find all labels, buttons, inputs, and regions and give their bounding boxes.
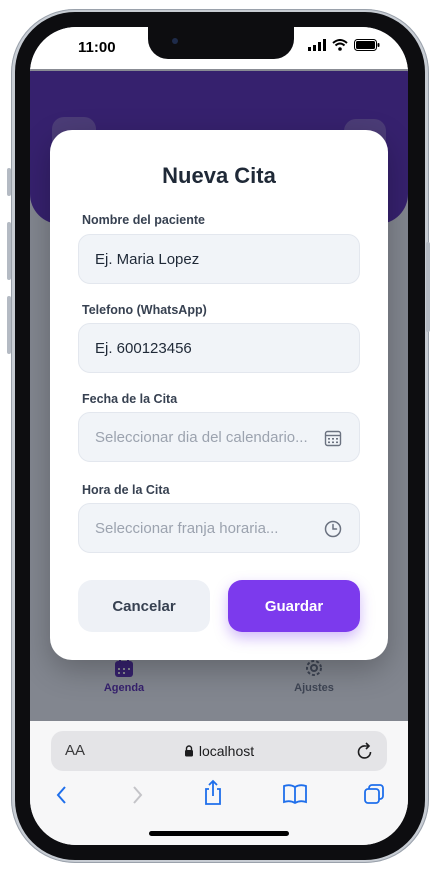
status-time: 11:00 <box>78 39 116 56</box>
url-display: localhost <box>51 743 387 759</box>
phone-input[interactable]: Ej. 600123456 <box>78 323 360 373</box>
front-camera-icon <box>172 38 178 44</box>
power-button <box>426 242 430 332</box>
url-text: localhost <box>198 743 255 759</box>
wifi-icon <box>332 39 348 51</box>
mute-switch <box>7 168 11 196</box>
modal-title: Nueva Cita <box>162 163 276 188</box>
share-icon[interactable] <box>202 779 224 807</box>
notch <box>148 27 294 59</box>
status-bar: 11:00 <box>30 27 408 71</box>
save-button[interactable]: Guardar <box>228 580 360 632</box>
patient-name-value: Ej. Maria Lopez <box>95 250 200 268</box>
volume-down-button <box>7 296 11 354</box>
phone-screen: 11:00 Nueva Cita Nombre del paciente Ej.… <box>30 27 408 845</box>
phone-value: Ej. 600123456 <box>95 339 192 357</box>
date-picker-input[interactable]: Seleccionar dia del calendario... <box>78 412 360 462</box>
date-placeholder: Seleccionar dia del calendario... <box>95 428 308 446</box>
calendar-icon <box>324 430 342 447</box>
clock-icon <box>324 520 342 538</box>
time-placeholder: Seleccionar franja horaria... <box>95 519 279 537</box>
new-appointment-modal: Nueva Cita Nombre del paciente Ej. Maria… <box>50 130 388 660</box>
browser-chrome: AA localhost <box>30 721 408 845</box>
battery-icon <box>354 39 380 51</box>
reload-icon[interactable] <box>355 740 375 762</box>
forward-icon[interactable] <box>129 783 145 807</box>
time-label: Hora de la Cita <box>82 483 170 497</box>
lock-icon <box>184 745 193 757</box>
phone-label: Telefono (WhatsApp) <box>82 303 207 317</box>
time-picker-input[interactable]: Seleccionar franja horaria... <box>78 503 360 553</box>
patient-name-label: Nombre del paciente <box>82 213 205 227</box>
browser-toolbar <box>30 779 408 819</box>
home-indicator <box>149 831 289 836</box>
patient-name-input[interactable]: Ej. Maria Lopez <box>78 234 360 284</box>
cancel-button[interactable]: Cancelar <box>78 580 210 632</box>
tabs-icon[interactable] <box>363 783 385 805</box>
volume-up-button <box>7 222 11 280</box>
address-bar[interactable]: AA localhost <box>51 731 387 771</box>
bookmarks-icon[interactable] <box>282 783 308 805</box>
signal-icon <box>308 39 326 51</box>
date-label: Fecha de la Cita <box>82 392 178 406</box>
status-icons <box>308 39 380 51</box>
back-icon[interactable] <box>54 783 70 807</box>
